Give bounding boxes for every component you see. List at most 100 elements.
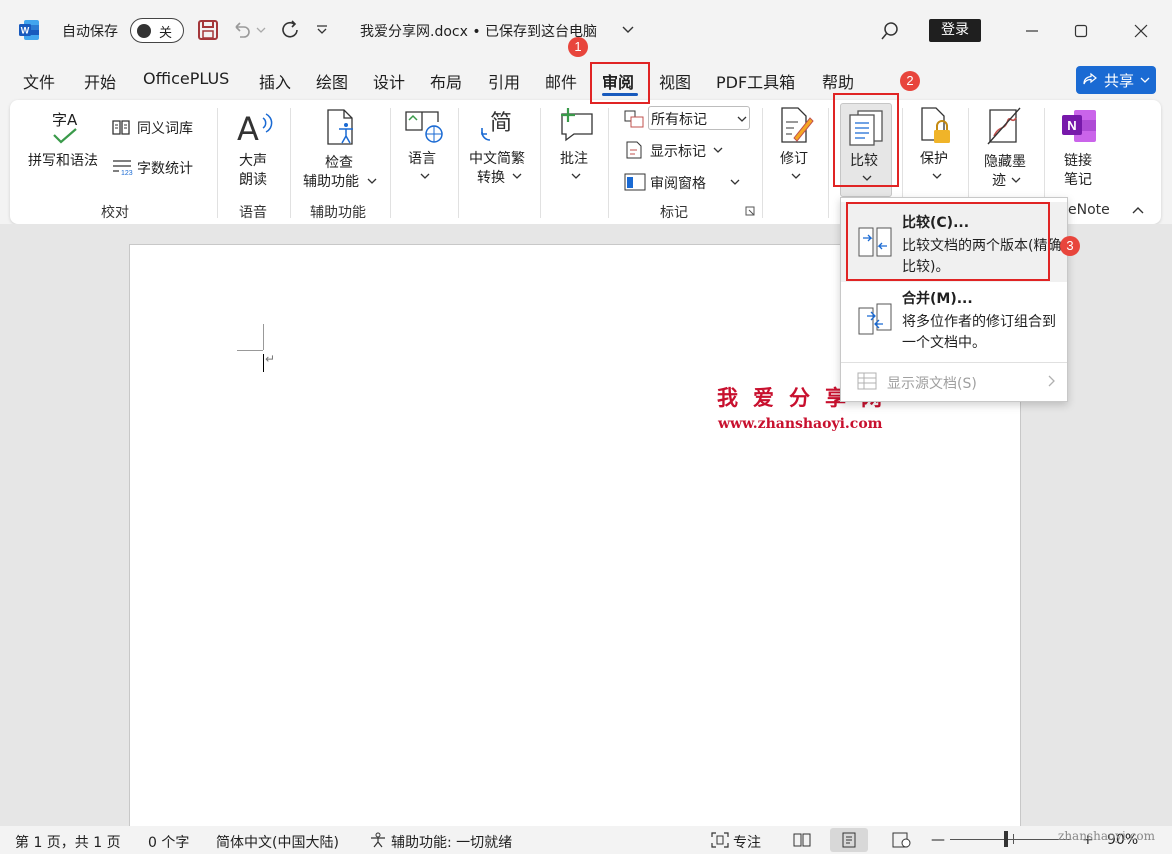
spelling-label: 拼写和语法 [28,153,98,169]
step-badge-2: 2 [900,71,920,91]
svg-text:简: 简 [490,111,512,136]
share-label: 共享 [1103,71,1134,90]
markup-display-select[interactable]: 所有标记 [648,106,750,130]
page-count[interactable]: 第 1 页，共 1 页 [15,832,121,852]
share-button[interactable]: 共享 [1076,66,1156,94]
chevron-down-icon [730,179,740,185]
read-aloud-icon: A [237,110,273,144]
maximize-icon[interactable] [1066,16,1096,46]
dialog-launcher-icon[interactable] [745,206,755,216]
zoom-slider[interactable] [950,839,1070,840]
chevron-right-icon [1048,375,1055,387]
customize-qat-icon[interactable] [312,17,332,43]
chevron-down-icon [713,147,723,153]
tab-layout[interactable]: 布局 [430,69,462,93]
minimize-icon[interactable] [1017,16,1047,46]
language-icon [405,111,443,143]
language-status[interactable]: 简体中文(中国大陆) [216,832,339,852]
accessibility-status[interactable]: 辅助功能: 一切就绪 [391,832,512,852]
chevron-down-icon [512,173,522,179]
print-layout-button[interactable] [830,828,868,852]
corner-watermark: zhanshaoyi.com [1058,829,1155,843]
redo-icon[interactable] [277,17,303,43]
group-separator [828,108,829,218]
tab-draw[interactable]: 绘图 [316,69,348,93]
word-count-label: 字数统计 [137,161,193,177]
word-logo-icon: W [19,20,39,40]
highlight-compare-button [833,93,899,187]
tab-insert[interactable]: 插入 [259,69,291,93]
group-speech: 语音 [239,205,267,221]
tab-file[interactable]: 文件 [23,69,55,93]
save-icon[interactable] [195,17,221,43]
show-markup-icon [626,141,642,159]
tab-references[interactable]: 引用 [488,69,520,93]
onenote-icon: N [1062,110,1096,142]
group-separator [762,108,763,218]
chevron-down-icon [367,178,377,184]
search-icon[interactable] [875,16,905,46]
linked-notes-label-2: 笔记 [1064,172,1092,188]
tab-view[interactable]: 视图 [659,69,691,93]
group-separator [458,108,459,218]
read-mode-icon[interactable] [792,832,812,848]
read-aloud-label-1: 大声 [239,153,267,169]
zoom-out-icon[interactable]: — [931,832,945,848]
reviewing-pane-icon [624,173,646,191]
focus-mode[interactable]: 专注 [733,832,761,852]
document-title[interactable]: 我爱分享网.docx • 已保存到这台电脑 [360,21,597,41]
undo-dropdown-icon[interactable] [254,17,268,43]
close-icon[interactable] [1126,16,1156,46]
web-layout-icon[interactable] [892,832,912,848]
accessibility-status-icon [371,832,385,848]
svg-text:A: A [237,110,259,144]
group-separator [608,108,609,218]
hide-ink-icon [987,107,1021,145]
toggle-knob [137,24,151,38]
check-label: 检查 [325,155,353,171]
chevron-down-icon [1011,177,1021,183]
tab-home[interactable]: 开始 [84,69,116,93]
tab-help[interactable]: 帮助 [822,69,854,93]
step-badge-1: 1 [568,37,588,57]
group-onenote: eNote [1068,202,1110,218]
comment-icon [561,108,593,142]
hide-ink-label-1: 隐藏墨 [984,154,1026,170]
protect-label: 保护 [920,151,948,167]
chinese-conversion-label-1: 中文简繁 [469,151,525,167]
tab-design[interactable]: 设计 [373,69,405,93]
chinese-conversion-icon: 简 [481,111,512,141]
zoom-slider-thumb[interactable] [1004,831,1008,847]
tab-mailings[interactable]: 邮件 [545,69,577,93]
crop-mark [263,324,264,350]
login-button[interactable]: 登录 [929,19,981,42]
show-source-icon [857,372,877,390]
chevron-down-icon [571,173,581,179]
share-icon [1083,72,1097,85]
collapse-ribbon-icon[interactable] [1132,205,1144,215]
menu-item-combine[interactable]: 合并(M)... 将多位作者的修订组合到一个文档中。 [841,284,1067,356]
comment-label: 批注 [560,151,588,167]
chevron-down-icon [1140,77,1150,83]
chevron-down-icon [420,173,430,179]
hide-ink-label-2: 迹 [992,173,1006,189]
watermark-url: www.zhanshaoyi.com [718,416,883,432]
svg-text:W: W [21,26,30,36]
lock-icon [921,107,950,143]
word-count-status[interactable]: 0 个字 [148,832,189,852]
undo-icon[interactable] [229,17,255,43]
markup-icon [624,110,644,128]
chevron-down-icon [932,173,942,179]
group-separator [390,108,391,218]
group-separator [290,108,291,218]
tab-officeplus[interactable]: OfficePLUS [143,69,229,88]
tab-pdf-tools[interactable]: PDF工具箱 [716,69,795,93]
status-bar: 第 1 页，共 1 页 0 个字 简体中文(中国大陆) 辅助功能: 一切就绪 专… [0,826,1172,854]
svg-text:N: N [1067,118,1076,133]
combine-menu-description: 将多位作者的修订组合到一个文档中。 [902,314,1056,351]
highlight-review-tab [590,62,650,104]
chevron-down-icon [737,116,747,122]
chevron-down-icon[interactable] [620,17,636,43]
autosave-toggle[interactable]: 关 [130,18,184,43]
track-changes-label: 修订 [780,151,808,167]
